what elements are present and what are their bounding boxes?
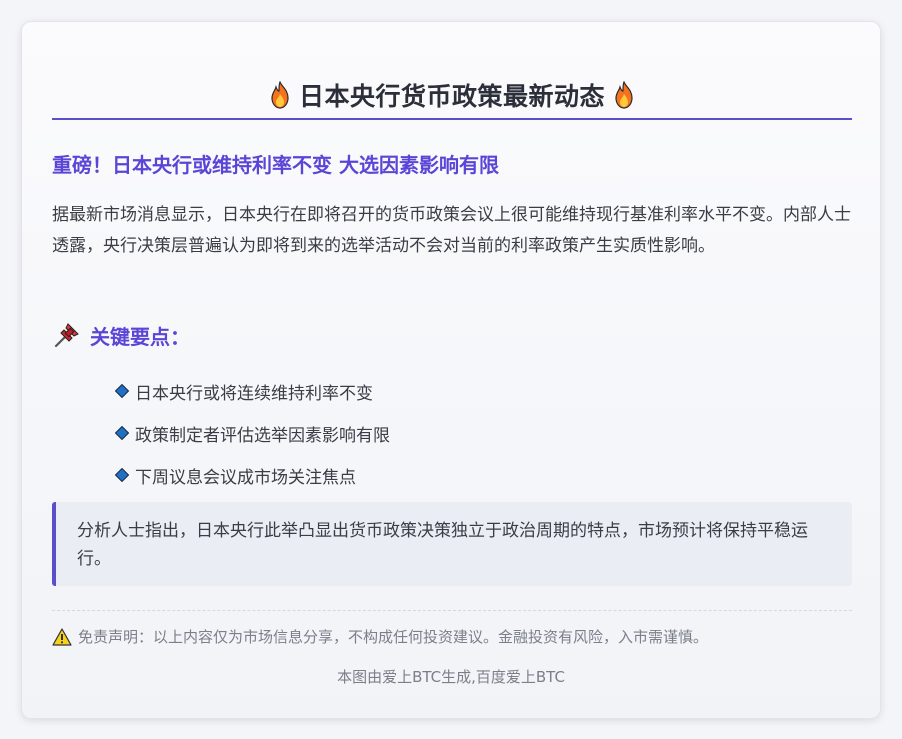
key-point-text: 日本央行或将连续维持利率不变 <box>135 383 373 404</box>
footer-credit: 本图由爱上BTC生成,百度爱上BTC <box>337 668 565 686</box>
key-points-list: 日本央行或将连续维持利率不变 政策制定者评估选举因素影响有限 下周议息会议成市场… <box>115 370 390 496</box>
key-points-label: 关键要点： <box>90 324 190 349</box>
fire-icon <box>615 81 633 109</box>
list-item: 下周议息会议成市场关注焦点 <box>115 454 390 496</box>
blue-diamond-icon <box>115 468 129 482</box>
page-title: 日本央行货币政策最新动态 <box>298 82 605 111</box>
analysis-quote: 分析人士指出，日本央行此举凸显出货币政策决策独立于政治周期的特点，市场预计将保持… <box>52 502 852 586</box>
divider <box>52 610 852 611</box>
list-item: 政策制定者评估选举因素影响有限 <box>115 412 390 454</box>
key-point-text: 下周议息会议成市场关注焦点 <box>135 467 356 488</box>
warning-icon <box>52 627 72 646</box>
disclaimer: 免责声明：以上内容仅为市场信息分享，不构成任何投资建议。金融投资有风险，入市需谨… <box>52 626 708 647</box>
pushpin-icon <box>54 323 79 348</box>
disclaimer-text: 免责声明：以上内容仅为市场信息分享，不构成任何投资建议。金融投资有风险，入市需谨… <box>78 628 709 646</box>
key-point-text: 政策制定者评估选举因素影响有限 <box>135 425 390 446</box>
news-card: 日本央行货币政策最新动态 重磅！日本央行或维持利率不变 大选因素影响有限 据最新… <box>21 21 881 719</box>
blue-diamond-icon <box>115 426 129 440</box>
key-points-header: 关键要点： <box>52 320 190 350</box>
fire-icon <box>271 81 289 109</box>
title-row: 日本央行货币政策最新动态 <box>52 72 852 120</box>
article-body: 据最新市场消息显示，日本央行在即将召开的货币政策会议上很可能维持现行基准利率水平… <box>52 205 851 256</box>
article-headline: 重磅！日本央行或维持利率不变 大选因素影响有限 <box>52 153 499 177</box>
blue-diamond-icon <box>115 384 129 398</box>
list-item: 日本央行或将连续维持利率不变 <box>115 370 390 412</box>
